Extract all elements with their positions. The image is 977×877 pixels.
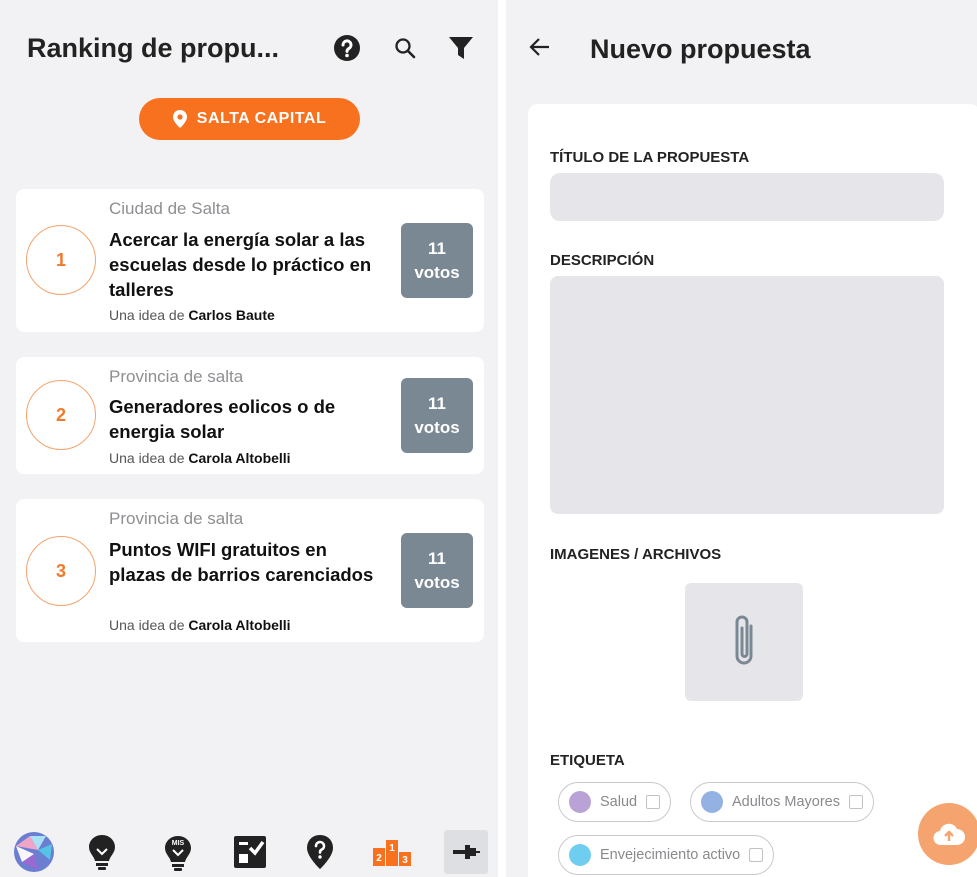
filter-icon[interactable] (446, 33, 476, 63)
help-marker-icon[interactable] (298, 830, 342, 874)
rank-badge: 3 (26, 536, 96, 606)
votes-badge[interactable]: 11 votos (401, 378, 473, 453)
tag-label: Envejecimiento activo (600, 847, 741, 863)
ranking-icon[interactable]: 2 1 3 (370, 830, 414, 874)
tag-label: Adultos Mayores (732, 794, 840, 810)
map-pin-icon (172, 110, 187, 128)
paperclip-icon (735, 615, 753, 665)
tag-checkbox[interactable] (646, 795, 661, 809)
proposal-region: Provincia de salta (109, 509, 244, 528)
rank-badge: 2 (26, 380, 96, 450)
ranking-screen: Ranking de propu... SALTA CAPITAL 1 Ciud… (0, 0, 498, 877)
votes-count: 11 (428, 393, 446, 413)
location-button[interactable]: SALTA CAPITAL (139, 98, 360, 140)
votes-count: 11 (428, 238, 446, 258)
description-textarea[interactable] (550, 276, 944, 514)
tag-color-dot (569, 844, 591, 866)
my-ideas-icon[interactable]: MIS (156, 830, 200, 874)
community-icon[interactable] (12, 830, 56, 874)
proposal-title: Acercar la energía solar a las escuelas … (109, 229, 372, 300)
votes-badge[interactable]: 11 votos (401, 223, 473, 298)
proposal-card[interactable]: 1 Ciudad de Salta Acercar la energía sol… (16, 189, 484, 332)
cloud-upload-icon (933, 823, 965, 846)
proposal-region: Provincia de salta (109, 367, 244, 386)
proposal-title: Generadores eolicos o de energia solar (109, 396, 336, 442)
tag-checkbox[interactable] (849, 795, 863, 809)
votes-label: votos (414, 262, 460, 282)
tag-color-dot (569, 791, 591, 813)
votes-label: votos (414, 572, 460, 592)
upload-button[interactable] (918, 803, 977, 865)
proposal-card[interactable]: 2 Provincia de salta Generadores eolicos… (16, 357, 484, 474)
bottom-nav: MIS 2 1 3 (0, 826, 498, 877)
rank-badge: 1 (26, 225, 96, 295)
attach-file-button[interactable] (685, 583, 803, 701)
tag-color-dot (701, 791, 723, 813)
tag-label: Salud (600, 794, 638, 810)
votes-label: votos (414, 417, 460, 437)
proposal-title-input[interactable] (550, 173, 944, 221)
tags-label: ETIQUETA (550, 752, 625, 769)
tag-chip[interactable]: Adultos Mayores (690, 782, 874, 822)
screen-divider (498, 0, 506, 877)
page-title: Nuevo propuesta (590, 34, 811, 64)
ideas-icon[interactable] (80, 830, 124, 874)
pin-icon[interactable] (444, 830, 488, 874)
podium-second: 2 (376, 853, 382, 864)
proposal-card[interactable]: 3 Provincia de salta Puntos WIFI gratuit… (16, 499, 484, 642)
podium-first: 1 (389, 843, 395, 854)
checklist-icon[interactable] (228, 830, 272, 874)
location-label: SALTA CAPITAL (196, 110, 327, 127)
proposal-form: TÍTULO DE LA PROPUESTA DESCRIPCIÓN IMAGE… (528, 104, 977, 877)
proposal-author: Una idea de Carola Altobelli (109, 450, 291, 466)
nav-badge-text: MIS (172, 840, 185, 847)
back-arrow-icon[interactable] (524, 32, 554, 62)
votes-badge[interactable]: 11 votos (401, 533, 473, 608)
new-proposal-screen: Nuevo propuesta TÍTULO DE LA PROPUESTA D… (506, 0, 977, 877)
proposal-author: Una idea de Carlos Baute (109, 307, 275, 323)
proposal-author: Una idea de Carola Altobelli (109, 617, 291, 633)
help-icon[interactable] (332, 33, 362, 63)
tag-chip[interactable]: Salud (558, 782, 672, 822)
tag-checkbox[interactable] (749, 848, 764, 862)
votes-count: 11 (428, 548, 446, 568)
tag-chip[interactable]: Envejecimiento activo (558, 835, 775, 875)
description-label: DESCRIPCIÓN (550, 252, 655, 269)
proposal-region: Ciudad de Salta (109, 199, 230, 218)
proposal-title: Puntos WIFI gratuitos en plazas de barri… (109, 539, 374, 585)
files-label: IMAGENES / ARCHIVOS (550, 546, 722, 563)
page-title: Ranking de propu... (27, 33, 280, 63)
podium-third: 3 (402, 855, 408, 866)
title-field-label: TÍTULO DE LA PROPUESTA (550, 149, 750, 166)
search-icon[interactable] (390, 33, 420, 63)
ranking-header: Ranking de propu... (0, 0, 498, 96)
